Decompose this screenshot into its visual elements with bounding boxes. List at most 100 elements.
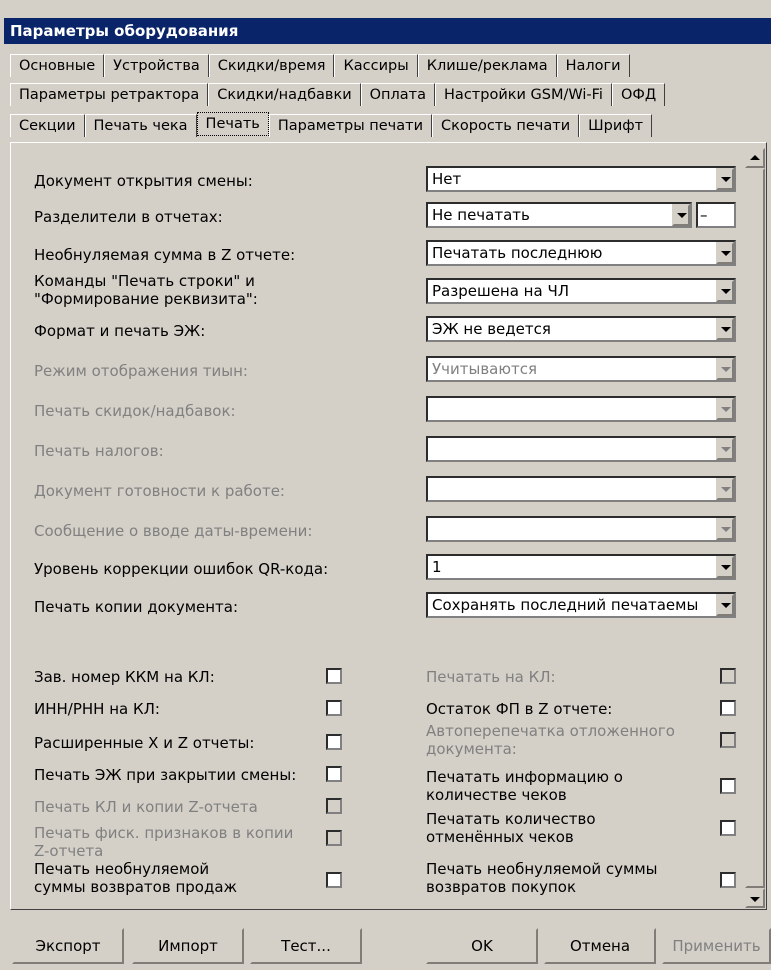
import-button[interactable]: Импорт bbox=[132, 928, 244, 964]
scroll-down-icon[interactable] bbox=[745, 888, 765, 908]
chevron-down-icon bbox=[716, 438, 734, 460]
ej-close-checkbox[interactable] bbox=[326, 766, 342, 782]
fisc-copy-label-2: Z-отчета bbox=[34, 842, 104, 860]
commands-label-2: "Формирование реквизита": bbox=[34, 290, 258, 308]
tab-receipt-print[interactable]: Печать чека bbox=[84, 114, 197, 137]
returns-purchases-label-2: возвратов покупок bbox=[426, 878, 577, 896]
tab-main[interactable]: Основные bbox=[10, 54, 105, 77]
tab-font[interactable]: Шрифт bbox=[579, 114, 653, 137]
chevron-down-icon bbox=[716, 478, 734, 500]
tab-row-3: Секции Печать чека Печать Параметры печа… bbox=[10, 112, 653, 138]
tab-ofd[interactable]: ОФД bbox=[611, 83, 666, 106]
chevron-down-icon bbox=[716, 358, 734, 380]
tab-row-2: Параметры ретрактора Скидки/надбавки Опл… bbox=[10, 83, 666, 107]
ext-xz-checkbox[interactable] bbox=[326, 734, 342, 750]
kl-copy-z-checkbox bbox=[326, 798, 342, 814]
separators-select[interactable]: Не печатать bbox=[426, 202, 692, 228]
chevron-down-icon bbox=[716, 518, 734, 540]
commands-label-1: Команды "Печать строки" и bbox=[34, 272, 255, 290]
qr-level-select[interactable]: 1 bbox=[426, 554, 736, 580]
cancel-button[interactable]: Отмена bbox=[544, 928, 656, 964]
datetime-msg-select bbox=[426, 516, 736, 542]
commands-select[interactable]: Разрешена на ЧЛ bbox=[426, 278, 736, 304]
auto-reprint-label-2: документа: bbox=[426, 740, 517, 758]
auto-reprint-label-1: Автоперепечатка отложенного bbox=[426, 722, 675, 740]
serial-kl-checkbox[interactable] bbox=[326, 668, 342, 684]
chevron-down-icon bbox=[716, 168, 734, 190]
chevron-down-icon bbox=[716, 318, 734, 340]
separator-char-input[interactable]: – bbox=[696, 202, 736, 228]
returns-sales-label-1: Печать необнуляемой bbox=[34, 860, 210, 878]
receipts-count-label-2: количестве чеков bbox=[426, 786, 567, 804]
ok-button[interactable]: OK bbox=[426, 928, 538, 964]
ext-xz-label: Расширенные X и Z отчеты: bbox=[34, 734, 255, 752]
copy-doc-label: Печать копии документа: bbox=[34, 598, 239, 616]
test-button[interactable]: Тест... bbox=[250, 928, 362, 964]
fp-rest-label: Остаток ФП в Z отчете: bbox=[426, 700, 613, 718]
non-null-sum-select[interactable]: Печатать последнюю bbox=[426, 240, 736, 266]
discounts-print-select bbox=[426, 396, 736, 422]
returns-purchases-label-1: Печать необнуляемой суммы bbox=[426, 860, 658, 878]
chevron-down-icon bbox=[716, 594, 734, 616]
doc-open-shift-select[interactable]: Нет bbox=[426, 166, 736, 192]
cancelled-count-checkbox[interactable] bbox=[720, 820, 736, 836]
tab-discounts-markups[interactable]: Скидки/надбавки bbox=[208, 83, 361, 106]
receipts-count-checkbox[interactable] bbox=[720, 778, 736, 794]
tiyn-mode-select: Учитываются bbox=[426, 356, 736, 382]
returns-sales-label-2: суммы возвратов продаж bbox=[34, 878, 238, 896]
discounts-print-label: Печать скидок/надбавок: bbox=[34, 402, 236, 420]
chevron-down-icon bbox=[672, 204, 690, 226]
tab-payment[interactable]: Оплата bbox=[360, 83, 436, 106]
returns-sales-checkbox[interactable] bbox=[326, 872, 342, 888]
tab-sections[interactable]: Секции bbox=[10, 114, 85, 137]
separators-label: Разделители в отчетах: bbox=[34, 208, 223, 226]
apply-button: Применить bbox=[662, 928, 771, 964]
tab-devices[interactable]: Устройства bbox=[104, 54, 209, 77]
print-kl-label: Печатать на КЛ: bbox=[426, 668, 556, 686]
export-button[interactable]: Экспорт bbox=[12, 928, 124, 964]
chevron-down-icon bbox=[716, 280, 734, 302]
datetime-msg-label: Сообщение о вводе даты-времени: bbox=[34, 522, 313, 540]
serial-kl-label: Зав. номер ККМ на КЛ: bbox=[34, 668, 215, 686]
chevron-down-icon bbox=[716, 556, 734, 578]
chevron-down-icon bbox=[716, 398, 734, 420]
scroll-up-icon[interactable] bbox=[745, 148, 765, 168]
ej-format-label: Формат и печать ЭЖ: bbox=[34, 322, 206, 340]
receipts-count-label-1: Печатать информацию о bbox=[426, 768, 623, 786]
kl-copy-z-label: Печать КЛ и копии Z-отчета bbox=[34, 798, 258, 816]
fisc-copy-label-1: Печать фиск. признаков в копии bbox=[34, 824, 294, 842]
tab-print[interactable]: Печать bbox=[196, 112, 269, 136]
taxes-print-select bbox=[426, 436, 736, 462]
window-title: Параметры оборудования bbox=[4, 18, 771, 44]
auto-reprint-checkbox bbox=[720, 732, 736, 748]
qr-level-label: Уровень коррекции ошибок QR-кода: bbox=[34, 560, 329, 578]
inn-kl-label: ИНН/РНН на КЛ: bbox=[34, 700, 160, 718]
tab-discounts-time[interactable]: Скидки/время bbox=[208, 54, 335, 77]
returns-purchases-checkbox[interactable] bbox=[720, 872, 736, 888]
inn-kl-checkbox[interactable] bbox=[326, 700, 342, 716]
tab-taxes[interactable]: Налоги bbox=[556, 54, 630, 77]
tab-print-speed[interactable]: Скорость печати bbox=[432, 114, 580, 137]
print-kl-checkbox bbox=[720, 668, 736, 684]
tab-cliche[interactable]: Клише/реклама bbox=[417, 54, 557, 77]
scroll-thumb[interactable] bbox=[745, 168, 765, 888]
cancelled-count-label-2: отменённых чеков bbox=[426, 828, 574, 846]
cancelled-count-label-1: Печатать количество bbox=[426, 810, 596, 828]
ej-close-label: Печать ЭЖ при закрытии смены: bbox=[34, 766, 297, 784]
tab-cashiers[interactable]: Кассиры bbox=[334, 54, 418, 77]
ej-format-select[interactable]: ЭЖ не ведется bbox=[426, 316, 736, 342]
ready-doc-label: Документ готовности к работе: bbox=[34, 482, 285, 500]
fisc-copy-checkbox bbox=[326, 830, 342, 846]
copy-doc-select[interactable]: Сохранять последний печатаемы bbox=[426, 592, 736, 618]
tab-row-1: Основные Устройства Скидки/время Кассиры… bbox=[10, 54, 630, 78]
taxes-print-label: Печать налогов: bbox=[34, 442, 164, 460]
tab-retractor[interactable]: Параметры ретрактора bbox=[10, 83, 209, 106]
fp-rest-checkbox[interactable] bbox=[720, 700, 736, 716]
tab-gsm-wifi[interactable]: Настройки GSM/Wi-Fi bbox=[435, 83, 612, 106]
tab-print-params[interactable]: Параметры печати bbox=[268, 114, 432, 137]
tiyn-mode-label: Режим отображения тиын: bbox=[34, 362, 248, 380]
doc-open-shift-label: Документ открытия смены: bbox=[34, 172, 253, 190]
chevron-down-icon bbox=[716, 242, 734, 264]
vertical-scrollbar[interactable] bbox=[745, 148, 765, 908]
ready-doc-select bbox=[426, 476, 736, 502]
